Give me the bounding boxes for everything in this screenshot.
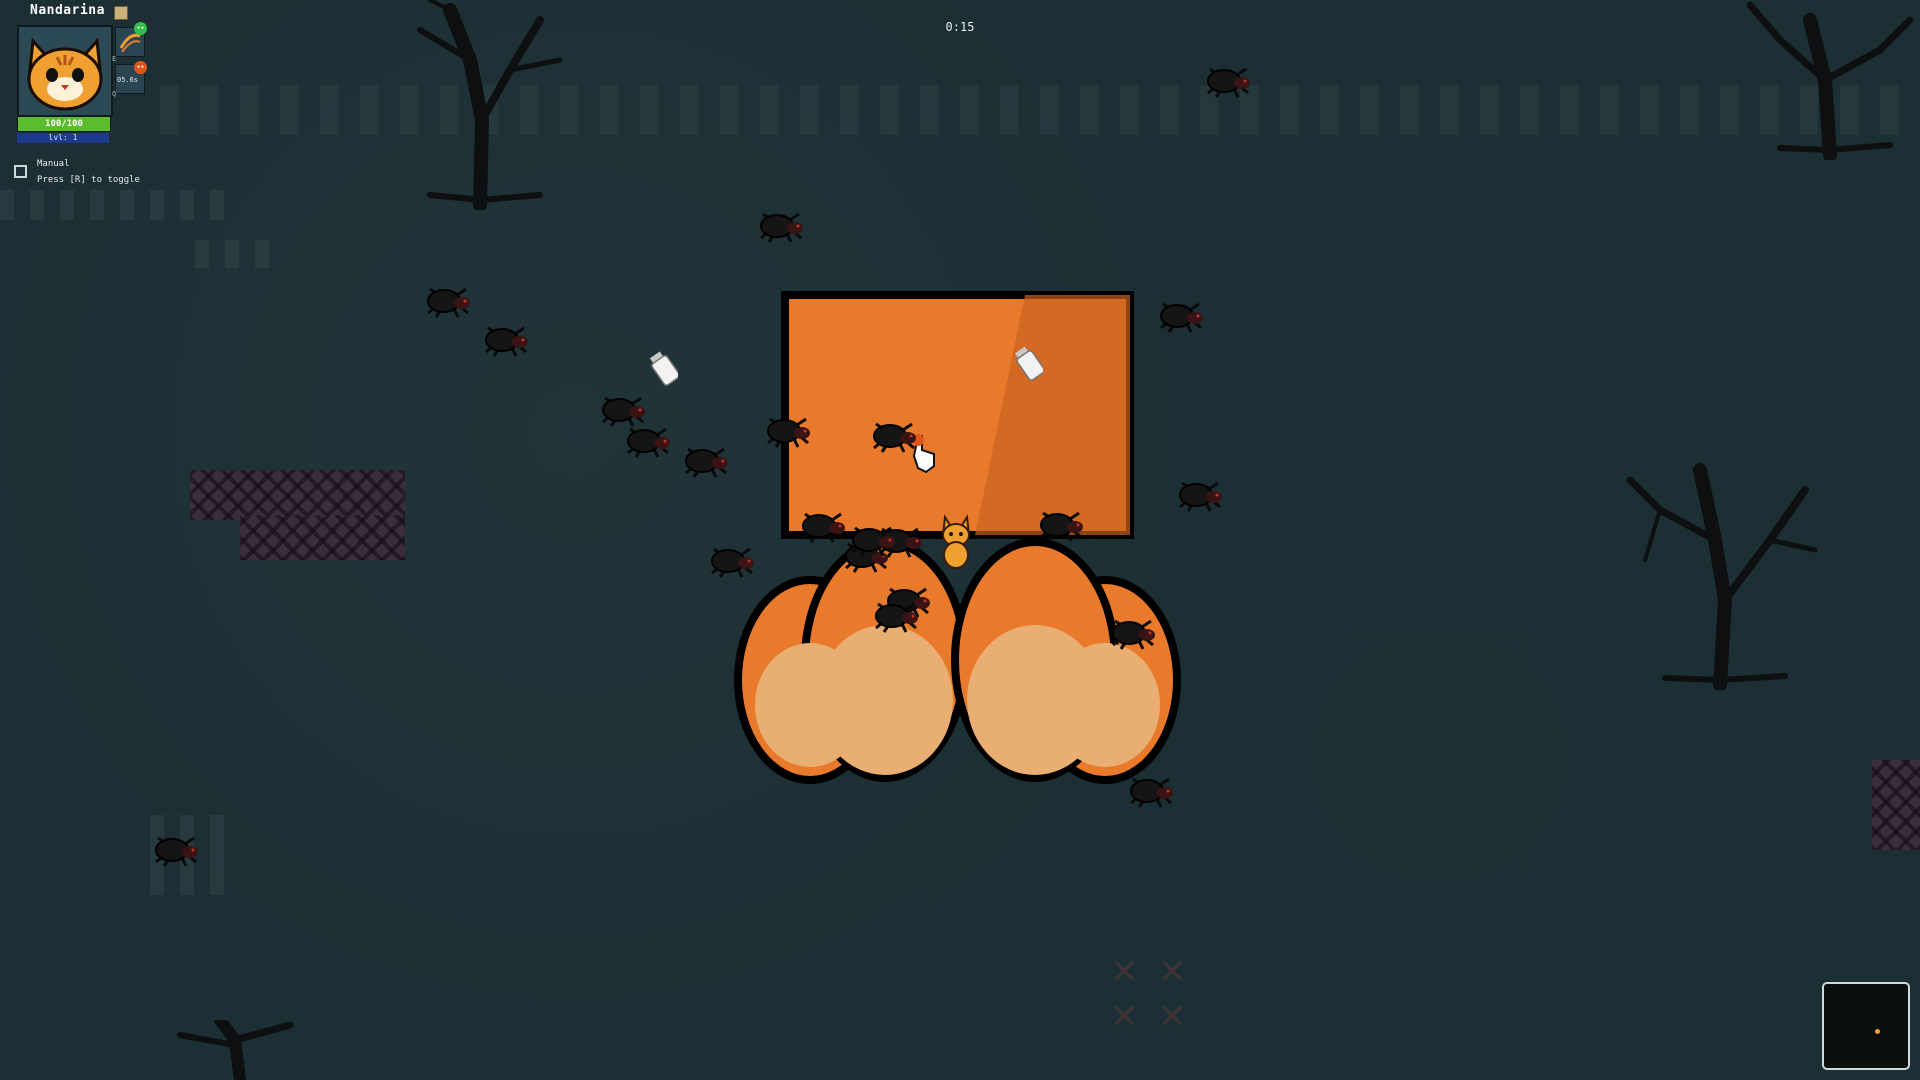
dead-tree xyxy=(1626,463,1818,690)
spider-enemy[interactable] xyxy=(753,208,809,244)
spider-enemy[interactable] xyxy=(1153,298,1209,334)
spider-enemy[interactable] xyxy=(868,598,924,634)
dark-ground-tile xyxy=(1872,760,1920,850)
status-flag-icon xyxy=(114,6,128,20)
health-text: 100/100 xyxy=(45,119,83,129)
game-timer: 0:15 xyxy=(945,20,975,34)
spider-enemy[interactable] xyxy=(1200,63,1256,99)
spider-enemy[interactable] xyxy=(1172,477,1228,513)
ability-cooldown-value: 05.6s xyxy=(117,76,139,84)
spider-enemy[interactable] xyxy=(678,443,734,479)
minimap[interactable] xyxy=(1822,982,1910,1070)
spider-enemy[interactable] xyxy=(760,413,816,449)
cat-portrait-icon xyxy=(19,27,111,115)
dead-tree xyxy=(177,1020,294,1080)
game-world[interactable]: ✕ ✕ ✕ ✕ xyxy=(0,0,1920,1080)
ability-cooldown-badge: •• xyxy=(134,61,147,74)
grass-patch xyxy=(195,240,285,268)
grass-patch xyxy=(0,190,240,220)
ability-ready-badge: •• xyxy=(134,22,147,35)
milk-bottle-pickup[interactable] xyxy=(1015,343,1043,383)
spider-enemy[interactable] xyxy=(845,522,901,558)
ability-key-label: E xyxy=(112,55,117,63)
spider-enemy[interactable] xyxy=(148,832,204,868)
spider-enemy[interactable] xyxy=(1033,507,1089,543)
ability-key-label: Q xyxy=(112,90,117,98)
ground-mark: ✕ xyxy=(1158,952,1187,992)
milk-bottle-pickup[interactable] xyxy=(650,348,678,388)
spider-enemy[interactable] xyxy=(1123,773,1179,809)
spider-enemy[interactable] xyxy=(704,543,760,579)
dark-ground-tile xyxy=(190,470,405,520)
dead-tree xyxy=(417,0,563,210)
manual-mode-checkbox[interactable] xyxy=(14,165,27,178)
minimap-player-dot xyxy=(1875,1029,1880,1034)
player-cat[interactable] xyxy=(937,513,975,569)
spider-enemy[interactable] xyxy=(420,283,476,319)
player-name: Nandarina xyxy=(30,3,105,18)
spider-enemy[interactable] xyxy=(620,423,676,459)
dead-tree xyxy=(1746,1,1914,160)
ground-mark: ✕ xyxy=(1110,997,1139,1037)
spider-enemy[interactable] xyxy=(1105,615,1161,651)
ground-mark: ✕ xyxy=(1110,952,1139,992)
manual-mode-label: Manual xyxy=(37,159,70,169)
player-portrait xyxy=(17,25,113,117)
spider-enemy[interactable] xyxy=(478,322,534,358)
ground-mark: ✕ xyxy=(1158,997,1187,1037)
level-bar: lvl: 1 xyxy=(17,133,109,143)
health-bar: 100/100 xyxy=(17,116,111,132)
manual-mode-hint: Press [R] to toggle xyxy=(37,175,140,185)
spider-enemy[interactable] xyxy=(866,418,922,454)
dark-ground-tile xyxy=(240,515,405,560)
